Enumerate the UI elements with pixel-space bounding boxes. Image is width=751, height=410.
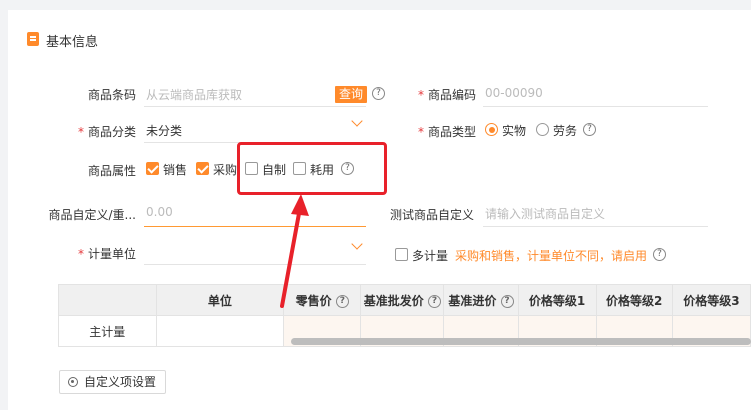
annotation-highlight-box [237,142,387,195]
custom-fields-button[interactable]: 自定义项设置 [59,370,166,394]
help-circle-icon[interactable]: ? [583,123,596,136]
product-code-input[interactable]: 00-00090 [485,86,543,100]
unit-label: * 计量单位 [77,247,136,261]
help-circle-icon[interactable]: ? [427,294,441,308]
help-circle-icon[interactable]: ? [500,294,514,308]
table-cell[interactable] [155,315,285,347]
custom-weight-input[interactable]: 0.00 [146,205,173,219]
type-service-radio[interactable] [536,123,549,136]
custom-fields-button-label: 自定义项设置 [84,375,157,389]
attr-sales-label: 销售 [163,163,188,177]
category-select[interactable]: 未分类 [146,122,182,139]
horizontal-scrollbar[interactable] [291,338,751,345]
attributes-label: 商品属性 [87,164,136,178]
test-custom-input[interactable]: 请输入测试商品自定义 [485,205,605,222]
section-title: 基本信息 [46,35,99,50]
barcode-input[interactable]: 从云端商品库获取 [146,86,242,103]
table-header: 基准进价 ? [443,284,519,316]
product-code-underline [483,106,708,107]
table-cell: 主计量 [58,315,157,347]
attr-sales-checkbox[interactable] [146,162,159,175]
multi-unit-warning: 采购和销售，计量单位不同，请启用 [455,249,648,263]
barcode-label: 商品条码 [87,88,136,102]
table-header-row: 单位 零售价 ? 基准批发价 ? 基准进价 ? 价格等级1 价格等级2 价格等级… [58,284,751,316]
test-custom-underline [483,226,708,227]
help-circle-icon[interactable]: ? [335,294,349,308]
query-button[interactable]: 查询 [335,86,367,103]
barcode-underline [144,106,366,107]
table-header: 单位 [155,284,285,316]
table-header: 基准批发价 ? [360,284,445,316]
attr-purchase-checkbox[interactable] [196,162,209,175]
product-type-label: * 商品类型 [417,125,476,139]
test-custom-label: 测试商品自定义 [389,208,474,222]
type-service-label: 劳务 [553,124,578,138]
gear-icon [68,377,78,387]
table-header: 价格等级1 [517,284,597,316]
help-circle-icon[interactable]: ? [653,248,666,261]
unit-underline [144,264,366,265]
table-header [58,284,157,316]
custom-weight-underline [144,226,366,227]
annotation-arrow-icon [280,194,309,308]
type-physical-label: 实物 [502,124,527,138]
help-circle-icon[interactable]: ? [372,87,385,100]
type-physical-radio[interactable] [485,123,498,136]
product-code-label: * 商品编码 [417,88,476,102]
custom-weight-label: 商品自定义/重... [48,208,137,222]
table-header: 价格等级3 [671,284,751,316]
table-header: 价格等级2 [595,284,673,316]
attr-purchase-label: 采购 [213,163,238,177]
multi-unit-label: 多计量 [412,249,449,263]
multi-unit-checkbox[interactable] [395,248,408,261]
document-icon [27,32,39,46]
category-label: * 商品分类 [77,125,136,139]
